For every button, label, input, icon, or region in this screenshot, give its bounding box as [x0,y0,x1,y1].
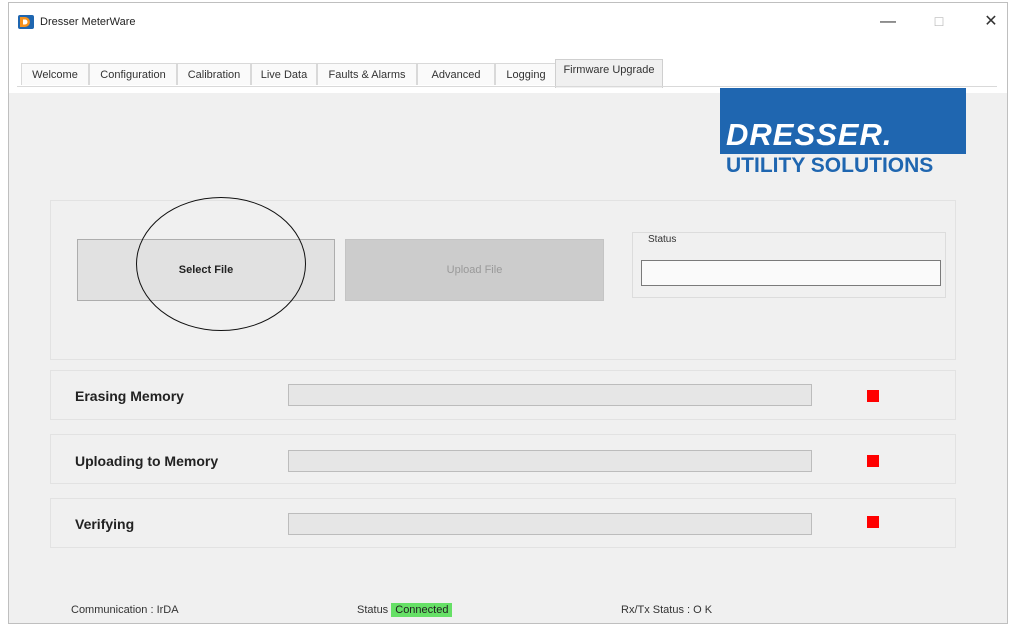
minimize-button[interactable]: — [873,11,903,33]
erasing-memory-progress [288,384,812,406]
window-title: Dresser MeterWare [40,16,136,28]
tab-welcome[interactable]: Welcome [21,63,89,85]
app-icon [18,15,34,29]
logo-subtitle: UTILITY SOLUTIONS [726,154,934,177]
logo-brand: DRESSER. [726,117,893,152]
tab-firmware-upgrade[interactable]: Firmware Upgrade [555,59,663,88]
dresser-logo: DRESSER. UTILITY SOLUTIONS [720,88,966,182]
tab-configuration[interactable]: Configuration [89,63,177,85]
tab-advanced[interactable]: Advanced [417,63,495,85]
connection-badge: Connected [391,603,453,617]
uploading-memory-indicator [867,455,879,467]
close-button[interactable]: ✕ [976,11,1006,33]
verifying-indicator [867,516,879,528]
upload-file-button: Upload File [345,239,604,301]
tab-live-data[interactable]: Live Data [251,63,317,85]
title-bar: Dresser MeterWare — ☐ ✕ [9,3,1007,41]
erasing-memory-indicator [867,390,879,402]
tab-calibration[interactable]: Calibration [177,63,251,85]
tab-logging[interactable]: Logging [495,63,557,85]
uploading-memory-progress [288,450,812,472]
tab-faults-alarms[interactable]: Faults & Alarms [317,63,417,85]
erasing-memory-label: Erasing Memory [75,388,184,404]
verifying-label: Verifying [75,516,135,532]
verifying-progress [288,513,812,535]
footer-status: Status Connected [357,603,453,617]
tab-divider [17,86,997,87]
maximize-button[interactable]: ☐ [924,11,954,33]
uploading-memory-label: Uploading to Memory [75,453,219,469]
rxtx-status: Rx/Tx Status : O K [621,604,713,616]
footer-status-label: Status [357,604,389,616]
annotation-circle [136,197,306,331]
status-label: Status [646,234,679,245]
communication-status: Communication : IrDA [71,604,179,616]
status-field [641,260,941,286]
